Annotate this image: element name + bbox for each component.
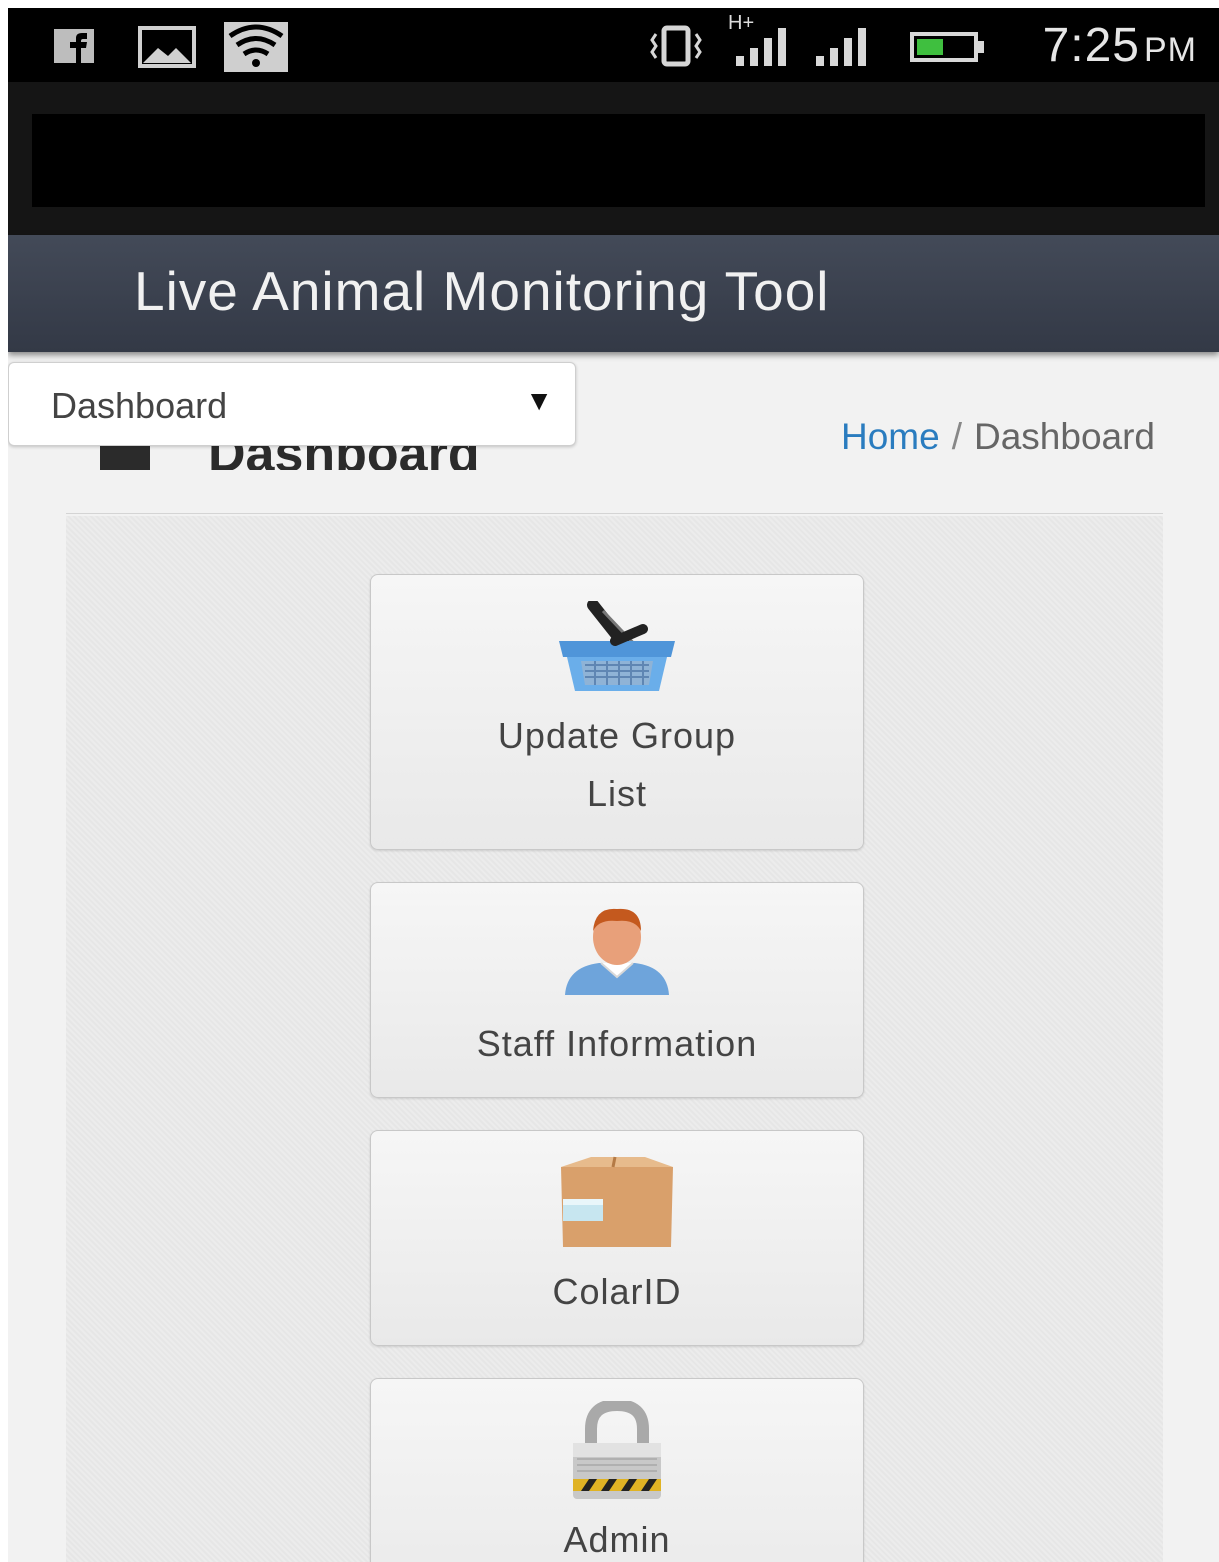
box-icon [561,1156,673,1247]
clock-time: 7:25 [1042,19,1140,72]
breadcrumb: Home / Dashboard [841,416,1155,458]
tile-label: ColarID [552,1271,682,1312]
user-icon [565,908,669,995]
nav-select-value: Dashboard [51,385,228,426]
image-icon [138,26,196,68]
battery-icon [910,32,984,62]
tile-label: Admin [563,1519,671,1560]
nav-select[interactable]: Dashboard ▼ [8,362,576,446]
status-bar: H+ 7:25 PM [8,8,1219,82]
basket-icon [559,601,675,691]
colarid-tile[interactable]: ColarID [370,1130,864,1346]
signal-icon [816,28,866,66]
ad-banner[interactable] [32,114,1205,207]
chevron-down-icon: ▼ [525,385,553,416]
vibrate-icon [650,25,702,67]
clock-ampm: PM [1144,31,1197,69]
tile-label-line: List [586,773,648,814]
lock-icon [573,1401,661,1499]
ad-banner-area [8,82,1219,235]
tile-label: Staff Information [476,1023,758,1064]
phone-screen: H+ 7:25 PM Live Animal Monitoring Tool D… [8,8,1219,1562]
staff-information-tile[interactable]: Staff Information [370,882,864,1098]
admin-tile[interactable]: Admin [370,1378,864,1562]
facebook-icon [54,29,94,63]
wifi-icon [224,22,288,72]
tile-label-line: Update Group [497,715,737,756]
app-title: Live Animal Monitoring Tool [134,260,830,322]
update-group-list-tile[interactable]: Update Group List [370,574,864,850]
divider [66,513,1163,514]
breadcrumb-home-link[interactable]: Home [841,416,940,457]
clock: 7:25 PM [1043,18,1197,73]
breadcrumb-current: Dashboard [973,416,1155,457]
signal-icon [736,28,786,66]
tile-label: Update Group List [371,707,863,823]
dashboard-panel: Update Group List Staff Information Cola… [66,516,1163,1562]
app-header: Live Animal Monitoring Tool [8,235,1219,352]
breadcrumb-separator: / [951,416,962,457]
